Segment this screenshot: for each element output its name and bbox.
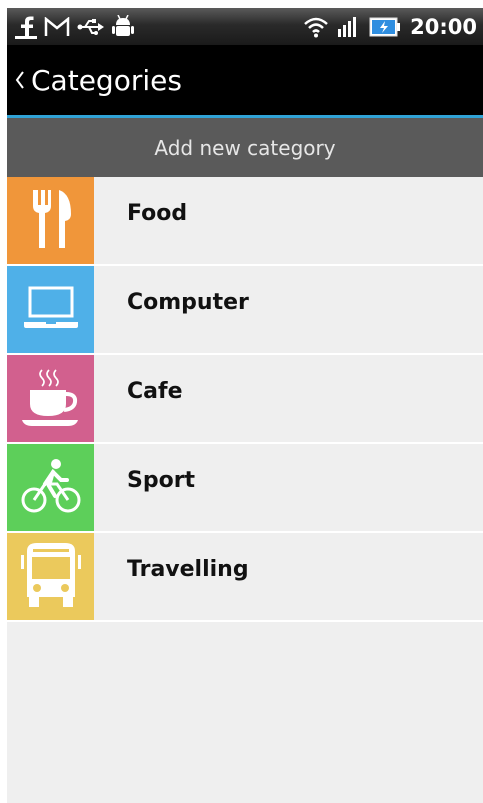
- fork-knife-icon: [29, 188, 73, 254]
- category-item-cafe[interactable]: Cafe: [7, 355, 483, 444]
- coffee-cup-icon: [20, 366, 82, 432]
- usb-icon: [77, 17, 105, 37]
- battery-charging-icon: [369, 16, 401, 38]
- page-title[interactable]: Categories: [31, 64, 182, 97]
- category-tile-travelling: [7, 533, 94, 620]
- action-bar: Categories: [7, 45, 483, 118]
- status-time: 20:00: [410, 14, 477, 39]
- category-tile-food: [7, 177, 94, 264]
- status-bar: 20:00: [7, 8, 483, 45]
- chevron-left-icon[interactable]: [15, 65, 29, 95]
- android-debug-icon: [112, 14, 134, 39]
- cyclist-icon: [21, 456, 81, 520]
- category-label: Computer: [127, 290, 249, 315]
- system-icons: 20:00: [303, 12, 477, 41]
- category-tile-computer: [7, 266, 94, 353]
- laptop-icon: [22, 286, 80, 334]
- notification-icons: [15, 12, 134, 41]
- category-label: Cafe: [127, 379, 183, 404]
- gmail-icon: [44, 16, 70, 37]
- add-new-category-button[interactable]: Add new category: [7, 118, 483, 177]
- category-tile-sport: [7, 444, 94, 531]
- phone-screen: 20:00 Categories Add new category Food C…: [7, 8, 483, 803]
- category-item-sport[interactable]: Sport: [7, 444, 483, 533]
- facebook-icon: [15, 15, 37, 39]
- signal-icon: [338, 16, 360, 37]
- category-item-food[interactable]: Food: [7, 177, 483, 266]
- category-list: Food Computer Cafe Sport Travelling: [7, 177, 483, 622]
- category-item-computer[interactable]: Computer: [7, 266, 483, 355]
- category-item-travelling[interactable]: Travelling: [7, 533, 483, 622]
- bus-icon: [20, 541, 81, 613]
- category-tile-cafe: [7, 355, 94, 442]
- category-label: Sport: [127, 468, 196, 493]
- category-label: Travelling: [127, 557, 249, 582]
- category-label: Food: [127, 201, 188, 226]
- wifi-icon: [303, 16, 329, 38]
- add-new-category-label: Add new category: [154, 135, 336, 160]
